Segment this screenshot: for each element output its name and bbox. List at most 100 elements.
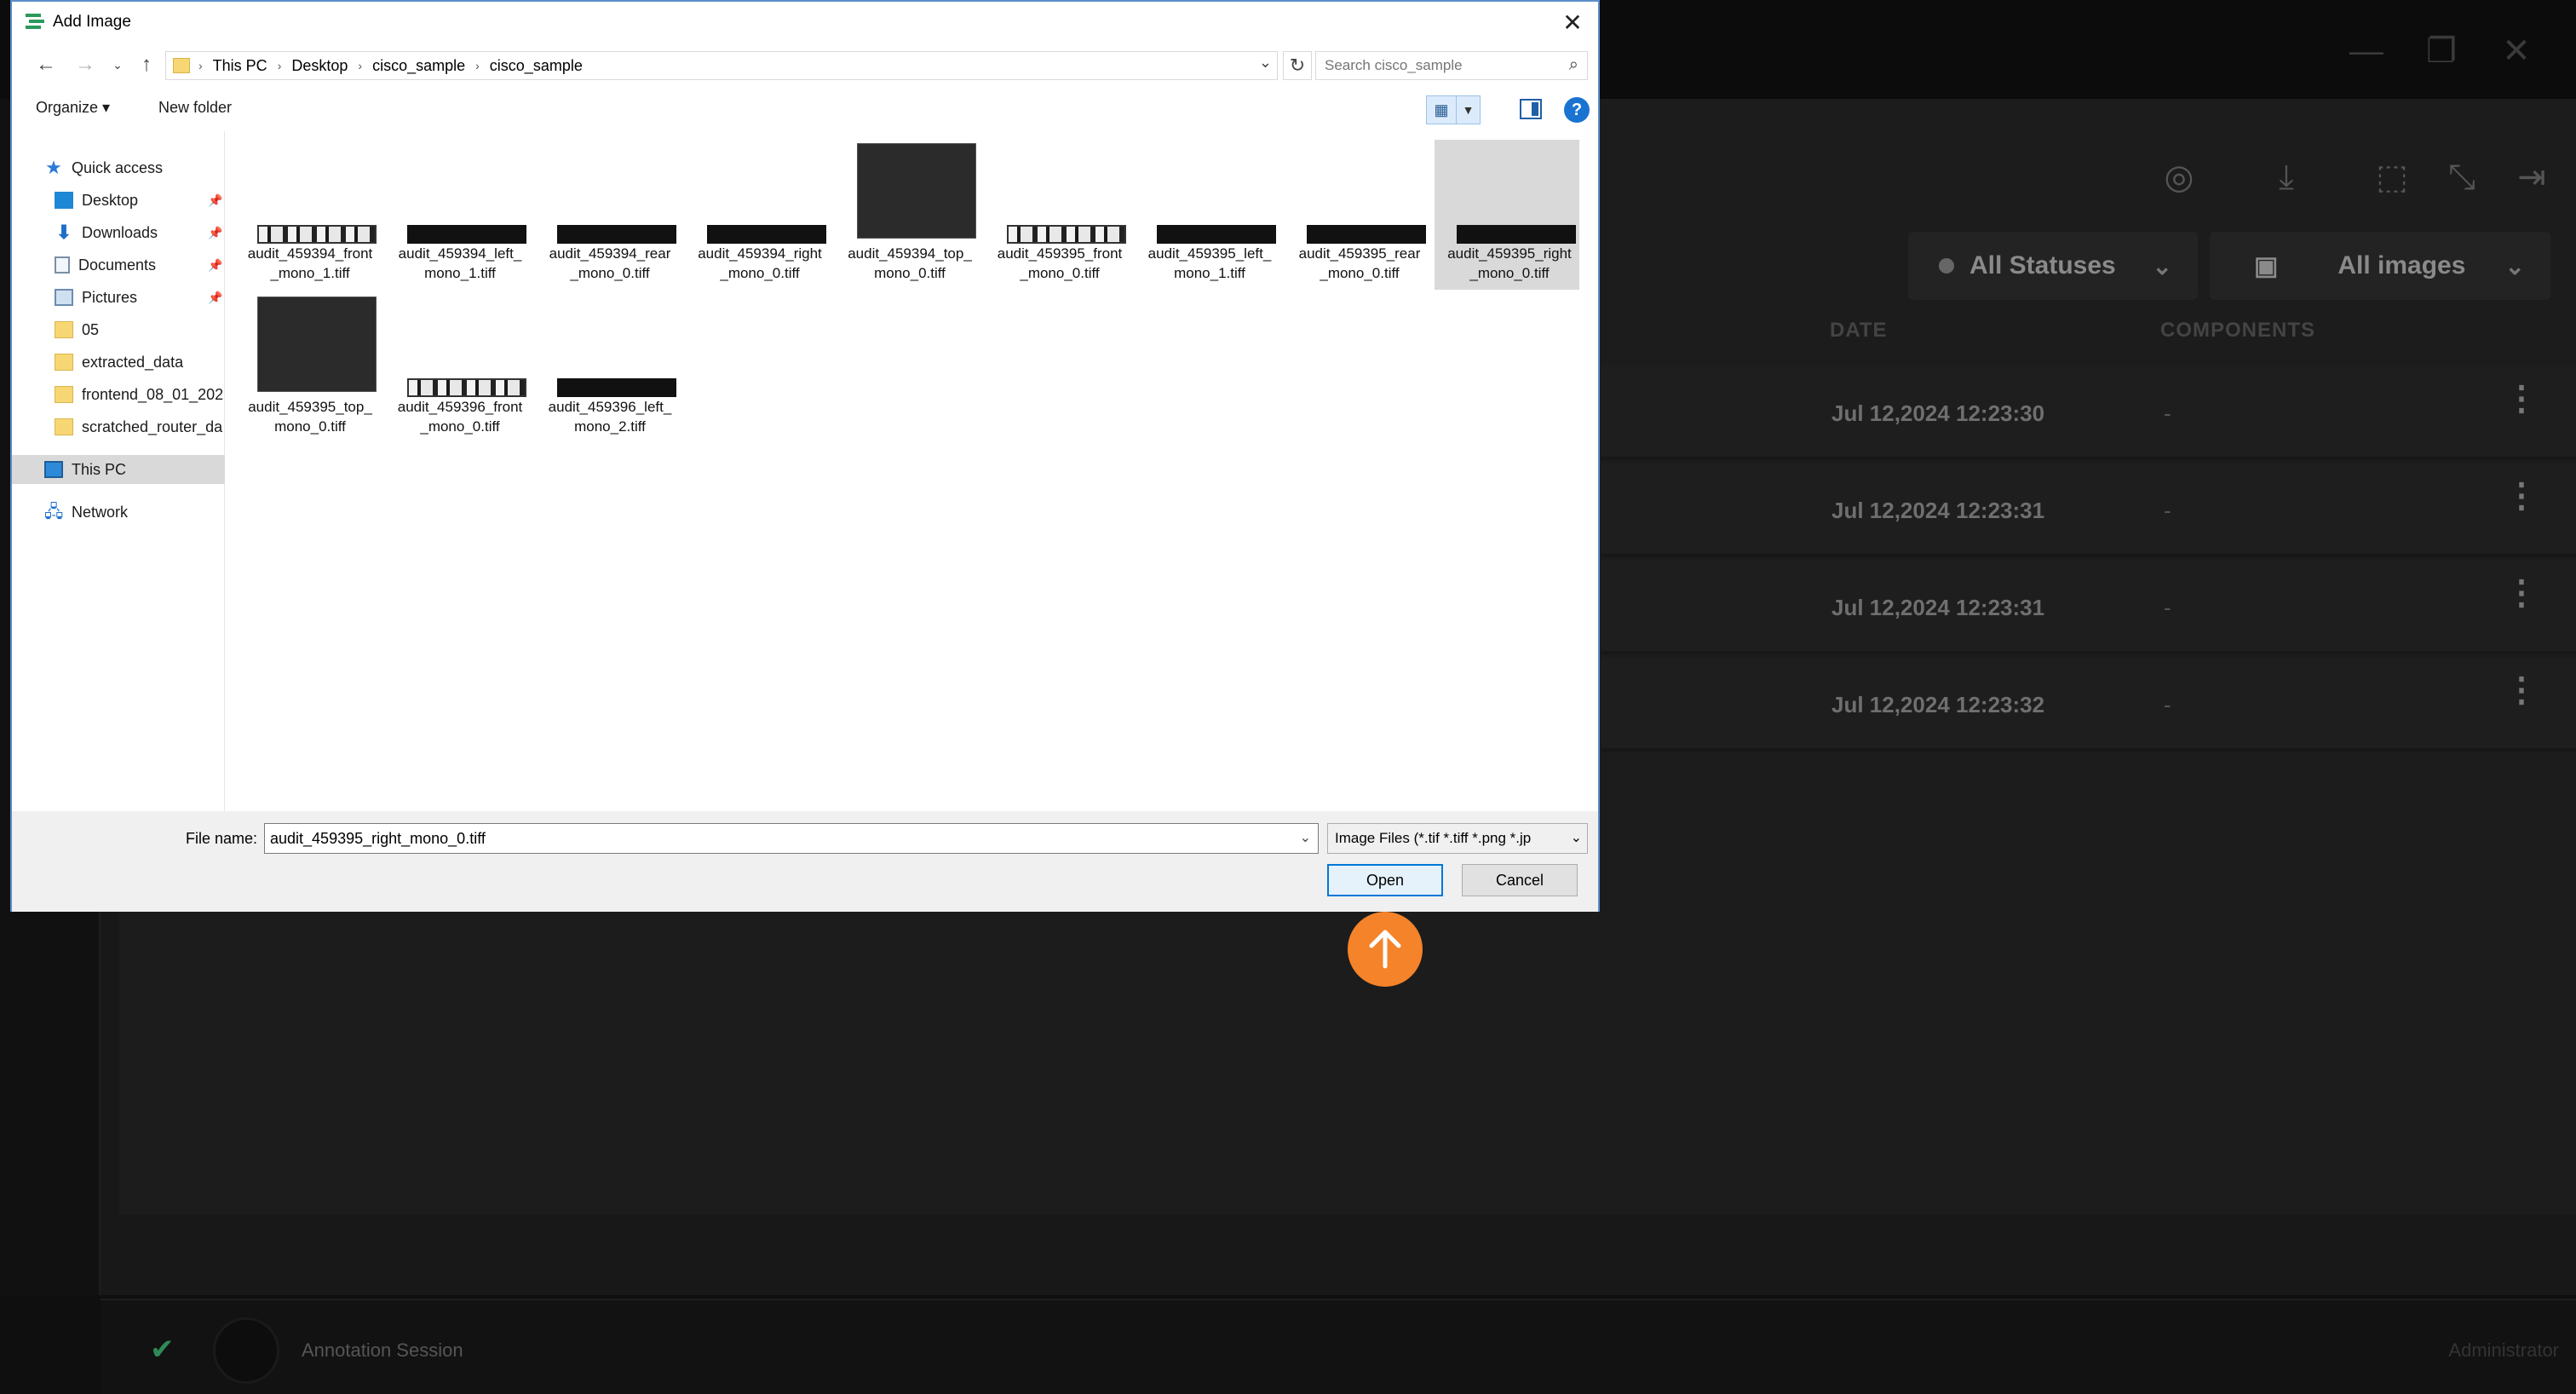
file-tile[interactable]: audit_459396_left_mono_2.tiff bbox=[535, 293, 680, 443]
file-tile[interactable]: audit_459394_top_mono_0.tiff bbox=[835, 140, 980, 290]
breadcrumb-desktop[interactable]: Desktop bbox=[291, 57, 348, 75]
more-options-icon[interactable]: ⋮ bbox=[2504, 479, 2539, 513]
nav-item-quick-access[interactable]: ★ Quick access bbox=[12, 153, 225, 182]
chevron-down-icon[interactable]: ⌄ bbox=[1259, 54, 1272, 72]
row-date: Jul 12,2024 12:23:31 bbox=[1831, 498, 2045, 523]
image-thumbnail bbox=[1157, 225, 1276, 244]
help-icon[interactable]: ? bbox=[1564, 97, 1590, 123]
avatar[interactable] bbox=[213, 1317, 279, 1384]
chevron-down-icon[interactable]: ▼ bbox=[1456, 96, 1480, 124]
nav-label: This PC bbox=[72, 460, 127, 478]
file-tile[interactable]: audit_459394_right_mono_0.tiff bbox=[685, 140, 830, 290]
pin-icon[interactable]: 📌 bbox=[208, 193, 222, 208]
nav-item-this-pc[interactable]: This PC bbox=[12, 455, 225, 484]
refresh-icon[interactable]: ↻ bbox=[1283, 51, 1312, 80]
app-footer: ✔ Annotation Session Administrator bbox=[101, 1299, 2576, 1394]
chevron-down-icon[interactable]: ⌄ bbox=[1300, 829, 1311, 846]
column-header-date[interactable]: DATE bbox=[1830, 319, 1888, 343]
file-tile[interactable]: audit_459394_rear_mono_0.tiff bbox=[535, 140, 680, 290]
close-icon[interactable]: ✕ bbox=[2491, 26, 2542, 77]
breadcrumb-cisco-sample-current[interactable]: cisco_sample bbox=[490, 57, 583, 75]
table-row[interactable]: Jul 12,2024 12:23:30 - ⋮ bbox=[1601, 366, 2576, 460]
nav-item-extracted-data[interactable]: extracted_data bbox=[12, 348, 225, 377]
add-image-dialog: Add Image ✕ ← → ⌄ ↑ › This PC › Desktop … bbox=[10, 0, 1600, 912]
file-tile[interactable]: audit_459395_left_mono_1.tiff bbox=[1135, 140, 1279, 290]
image-thumbnail bbox=[707, 225, 826, 244]
table-row[interactable]: Jul 12,2024 12:23:31 - ⋮ bbox=[1601, 561, 2576, 654]
close-icon[interactable]: ✕ bbox=[1555, 7, 1590, 37]
folder-icon bbox=[173, 58, 190, 73]
minimize-icon[interactable]: — bbox=[2341, 26, 2392, 77]
navigation-bar: ← → ⌄ ↑ › This PC › Desktop › cisco_samp… bbox=[12, 46, 1598, 84]
file-tile[interactable]: audit_459395_front_mono_0.tiff bbox=[985, 140, 1130, 290]
file-tile[interactable]: audit_459395_top_mono_0.tiff bbox=[235, 293, 380, 443]
session-label: Annotation Session bbox=[302, 1339, 463, 1361]
more-options-icon[interactable]: ⋮ bbox=[2504, 382, 2539, 416]
app-logo-icon bbox=[24, 12, 44, 32]
status-filter[interactable]: All Statuses ⌄ bbox=[1908, 232, 2198, 300]
more-options-icon[interactable]: ⋮ bbox=[2504, 576, 2539, 610]
images-filter[interactable]: ▣ All images ⌄ bbox=[2210, 232, 2550, 300]
file-name-field[interactable]: audit_459395_right_mono_0.tiff ⌄ bbox=[264, 823, 1319, 854]
search-box[interactable]: ⌕ bbox=[1315, 51, 1588, 80]
address-bar[interactable]: › This PC › Desktop › cisco_sample › cis… bbox=[165, 51, 1278, 80]
nav-item-network[interactable]: 🖧 Network bbox=[12, 498, 225, 527]
file-type-select[interactable]: Image Files (*.tif *.tiff *.png *.jp ⌄ bbox=[1327, 823, 1588, 854]
preview-pane-icon[interactable] bbox=[1520, 99, 1542, 119]
shrink-icon[interactable]: ⇥ bbox=[2508, 153, 2556, 201]
compare-icon[interactable]: ◎ bbox=[2155, 153, 2203, 201]
file-name-label: File name: bbox=[186, 830, 258, 847]
file-name: audit_459394_front_mono_1.tiff bbox=[247, 245, 373, 281]
collapse-icon[interactable]: ⤡ bbox=[2438, 153, 2486, 201]
image-icon: ▣ bbox=[2254, 251, 2279, 280]
file-tile[interactable]: audit_459394_front_mono_1.tiff bbox=[235, 140, 380, 290]
nav-item-downloads[interactable]: ⬇ Downloads 📌 bbox=[12, 218, 225, 247]
change-view-button[interactable]: ▦ ▼ bbox=[1426, 95, 1481, 124]
open-button[interactable]: Open bbox=[1327, 864, 1443, 896]
new-folder-button[interactable]: New folder bbox=[158, 99, 232, 117]
row-components: - bbox=[2164, 498, 2171, 523]
row-date: Jul 12,2024 12:23:31 bbox=[1831, 595, 2045, 620]
nav-item-desktop[interactable]: Desktop 📌 bbox=[12, 186, 225, 215]
file-tile-selected[interactable]: audit_459395_right_mono_0.tiff bbox=[1435, 140, 1579, 290]
cancel-button[interactable]: Cancel bbox=[1462, 864, 1578, 896]
file-tile[interactable]: audit_459394_left_mono_1.tiff bbox=[385, 140, 530, 290]
upload-arrow-icon[interactable] bbox=[1348, 912, 1423, 987]
file-name: audit_459394_right_mono_0.tiff bbox=[698, 245, 822, 281]
image-thumbnail bbox=[257, 225, 377, 244]
more-options-icon[interactable]: ⋮ bbox=[2504, 673, 2539, 707]
folder-icon bbox=[55, 418, 73, 435]
table-row[interactable]: Jul 12,2024 12:23:31 - ⋮ bbox=[1601, 464, 2576, 557]
file-tile[interactable]: audit_459395_rear_mono_0.tiff bbox=[1285, 140, 1429, 290]
back-arrow-icon[interactable]: ← bbox=[32, 51, 60, 78]
download-icon[interactable]: ⤓ bbox=[2263, 153, 2310, 201]
up-arrow-icon[interactable]: ↑ bbox=[133, 51, 160, 78]
nav-item-documents[interactable]: Documents 📌 bbox=[12, 251, 225, 279]
star-icon: ★ bbox=[45, 157, 62, 178]
pin-icon[interactable]: 📌 bbox=[208, 226, 222, 240]
pin-icon[interactable]: 📌 bbox=[208, 291, 222, 305]
recent-locations-icon[interactable]: ⌄ bbox=[104, 51, 131, 78]
image-thumbnail bbox=[857, 143, 976, 239]
nav-item-pictures[interactable]: Pictures 📌 bbox=[12, 283, 225, 312]
nav-label: frontend_08_01_202 bbox=[82, 385, 224, 403]
nav-item-scratched-router[interactable]: scratched_router_da bbox=[12, 412, 225, 441]
restore-icon[interactable]: ❐ bbox=[2416, 26, 2467, 77]
file-name-value: audit_459395_right_mono_0.tiff bbox=[270, 829, 486, 847]
crop-icon[interactable]: ⬚ bbox=[2368, 153, 2416, 201]
search-input[interactable] bbox=[1316, 52, 1546, 79]
column-header-components[interactable]: COMPONENTS bbox=[2160, 319, 2315, 343]
file-tile[interactable]: audit_459396_front_mono_0.tiff bbox=[385, 293, 530, 443]
folder-icon bbox=[55, 321, 73, 338]
nav-item-folder-05[interactable]: 05 bbox=[12, 315, 225, 344]
row-components: - bbox=[2164, 692, 2171, 717]
forward-arrow-icon[interactable]: → bbox=[72, 51, 99, 78]
up-arrow-icon bbox=[1369, 930, 1401, 969]
organize-button[interactable]: Organize ▾ bbox=[36, 99, 110, 117]
breadcrumb-cisco-sample[interactable]: cisco_sample bbox=[372, 57, 465, 75]
table-row[interactable]: Jul 12,2024 12:23:32 - ⋮ bbox=[1601, 658, 2576, 752]
pin-icon[interactable]: 📌 bbox=[208, 258, 222, 273]
breadcrumb-this-pc[interactable]: This PC bbox=[213, 57, 267, 75]
nav-item-frontend[interactable]: frontend_08_01_202 bbox=[12, 380, 225, 409]
dialog-title: Add Image bbox=[53, 13, 131, 31]
